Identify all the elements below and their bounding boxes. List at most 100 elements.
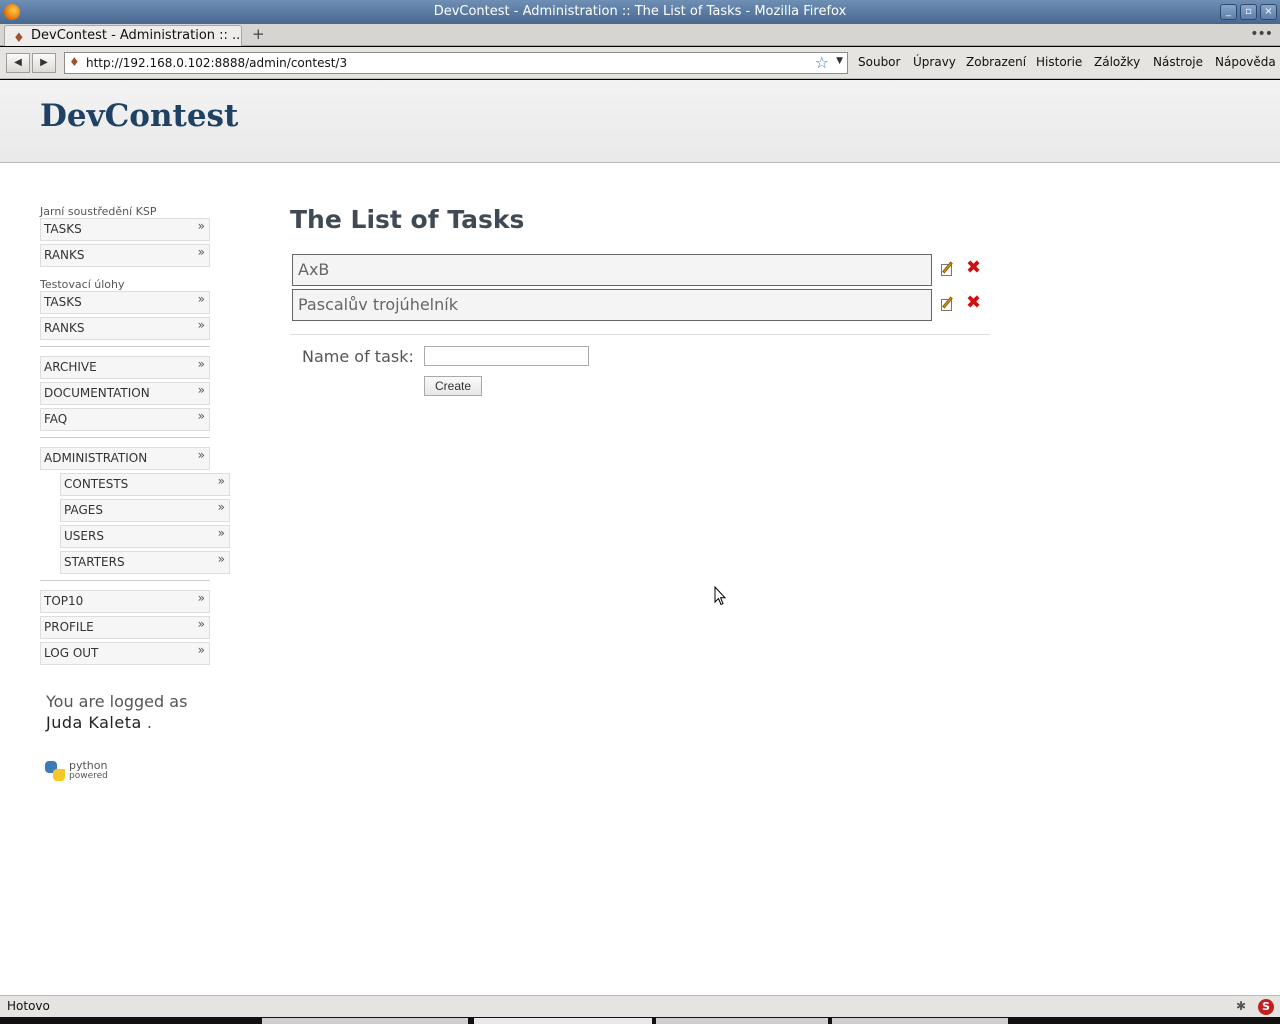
sidebar-item-ranks-1[interactable]: RANKS » [40,244,210,267]
menu-napoveda[interactable]: Nápověda [1215,55,1276,69]
new-task-form: Name of task: Create [290,335,990,396]
main-content: The List of Tasks AxB ✖ Pascalův trojúhe… [290,205,990,396]
addon-bug-icon[interactable]: ✱ [1236,999,1250,1013]
sidebar-item-label: LOG OUT [44,646,99,660]
sidebar-item-label: RANKS [44,248,85,262]
sidebar-item-documentation[interactable]: DOCUMENTATION » [40,382,210,405]
window-titlebar: DevContest - Administration :: The List … [0,0,1280,24]
menu-historie[interactable]: Historie [1036,55,1082,69]
window-title: DevContest - Administration :: The List … [433,4,847,19]
sidebar-item-ranks-2[interactable]: RANKS » [40,317,210,340]
menu-soubor[interactable]: Soubor [858,55,900,69]
delete-icon[interactable]: ✖ [966,294,981,312]
logged-in-info: You are logged as Juda Kaleta . [40,691,230,733]
sidebar-item-label: STARTERS [64,555,125,569]
status-bar: Hotovo ✱ S [0,995,1280,1017]
chevron-right-icon: » [217,526,225,540]
sidebar-item-starters[interactable]: STARTERS » [60,551,230,574]
sidebar-item-archive[interactable]: ARCHIVE » [40,356,210,379]
chevron-right-icon: » [197,318,205,332]
menu-nastroje[interactable]: Nástroje [1153,55,1203,69]
chevron-right-icon: » [217,474,225,488]
chevron-right-icon: » [197,617,205,631]
url-bar[interactable]: ♦ http://192.168.0.102:8888/admin/contes… [64,52,848,74]
site-logo[interactable]: DevContest [40,98,238,134]
taskbar-item[interactable] [474,1018,652,1024]
chevron-right-icon: » [197,448,205,462]
sidebar-item-label: USERS [64,529,104,543]
sidebar-item-label: TOP10 [44,594,84,608]
chevron-right-icon: » [197,292,205,306]
browser-tab[interactable]: ♦ DevContest - Administration :: ... [4,25,242,46]
task-row: Pascalův trojúhelník ✖ [290,289,990,324]
chevron-right-icon: » [197,219,205,233]
bookmark-star-icon[interactable]: ☆ [815,53,829,72]
page-title: The List of Tasks [290,205,525,234]
url-dropdown-icon[interactable]: ▼ [836,56,843,66]
sidebar-item-label: PROFILE [44,620,94,634]
python-logo-icon [43,759,67,783]
delete-icon[interactable]: ✖ [966,259,981,277]
task-row: AxB ✖ [290,254,990,289]
sidebar-item-faq[interactable]: FAQ » [40,408,210,431]
forward-button[interactable]: ▶ [32,53,56,73]
taskbar-item[interactable] [832,1018,1008,1024]
sidebar-item-tasks-1[interactable]: TASKS » [40,218,210,241]
sidebar-divider [40,346,210,347]
sidebar-item-label: FAQ [44,412,68,426]
taskbar-item[interactable] [656,1018,828,1024]
tab-bar: ♦ DevContest - Administration :: ... + •… [0,24,1280,46]
task-name-input[interactable] [424,346,589,366]
chevron-right-icon: » [197,591,205,605]
sidebar-item-contests[interactable]: CONTESTS » [60,473,230,496]
task-name[interactable]: Pascalův trojúhelník [292,289,932,321]
sidebar-item-label: TASKS [44,222,82,236]
url-text[interactable]: http://192.168.0.102:8888/admin/contest/… [86,56,347,70]
python-badge-line1: python [69,759,108,772]
edit-icon[interactable] [940,261,956,277]
sidebar-item-label: ARCHIVE [44,360,97,374]
tab-overflow-icon[interactable]: ••• [1250,26,1273,42]
close-window-button[interactable]: × [1260,4,1277,20]
create-button[interactable]: Create [424,376,482,396]
site-header: DevContest [0,80,1280,163]
minimize-button[interactable]: _ [1220,4,1237,20]
sidebar-item-profile[interactable]: PROFILE » [40,616,210,639]
firefox-logo-icon [4,4,20,20]
sidebar-item-label: RANKS [44,321,85,335]
menu-zobrazeni[interactable]: Zobrazení [966,55,1026,69]
page-content: DevContest Jarní soustředění KSP TASKS» … [0,80,1280,995]
sidebar-item-logout[interactable]: LOG OUT » [40,642,210,665]
addon-s-icon[interactable]: S [1258,999,1274,1015]
status-text: Hotovo [7,999,50,1013]
sidebar-divider [40,437,210,438]
sidebar-item-top10[interactable]: TOP10 » [40,590,210,613]
chevron-right-icon: » [197,245,205,259]
logged-prefix: You are logged as [46,692,188,711]
chevron-right-icon: » [197,409,205,423]
sidebar-item-label: TASKS [44,295,82,309]
sidebar-item-label: DOCUMENTATION [44,386,150,400]
sidebar-item-users[interactable]: USERS » [60,525,230,548]
sidebar-item-pages[interactable]: PAGES » [60,499,230,522]
back-button[interactable]: ◀ [6,53,30,73]
maximize-button[interactable]: ▫ [1240,4,1257,20]
desktop-taskbar [0,1017,1280,1024]
taskbar-item[interactable] [262,1018,468,1024]
logged-user-link[interactable]: Juda Kaleta [46,713,142,732]
menu-upravy[interactable]: Úpravy [913,55,956,69]
chevron-right-icon: » [217,500,225,514]
python-badge-line2: powered [69,771,108,781]
sidebar-item-administration[interactable]: ADMINISTRATION » [40,447,210,470]
edit-icon[interactable] [940,296,956,312]
sidebar-item-label: PAGES [64,503,103,517]
sidebar-item-tasks-2[interactable]: TASKS » [40,291,210,314]
menu-zalozky[interactable]: Záložky [1094,55,1140,69]
navigation-bar: ◀ ▶ ♦ http://192.168.0.102:8888/admin/co… [0,47,1280,79]
python-powered-badge: python powered [40,759,230,783]
task-name[interactable]: AxB [292,254,932,286]
logged-suffix: . [146,713,152,732]
new-tab-button[interactable]: + [252,25,265,43]
chevron-right-icon: » [197,357,205,371]
chevron-right-icon: » [197,383,205,397]
